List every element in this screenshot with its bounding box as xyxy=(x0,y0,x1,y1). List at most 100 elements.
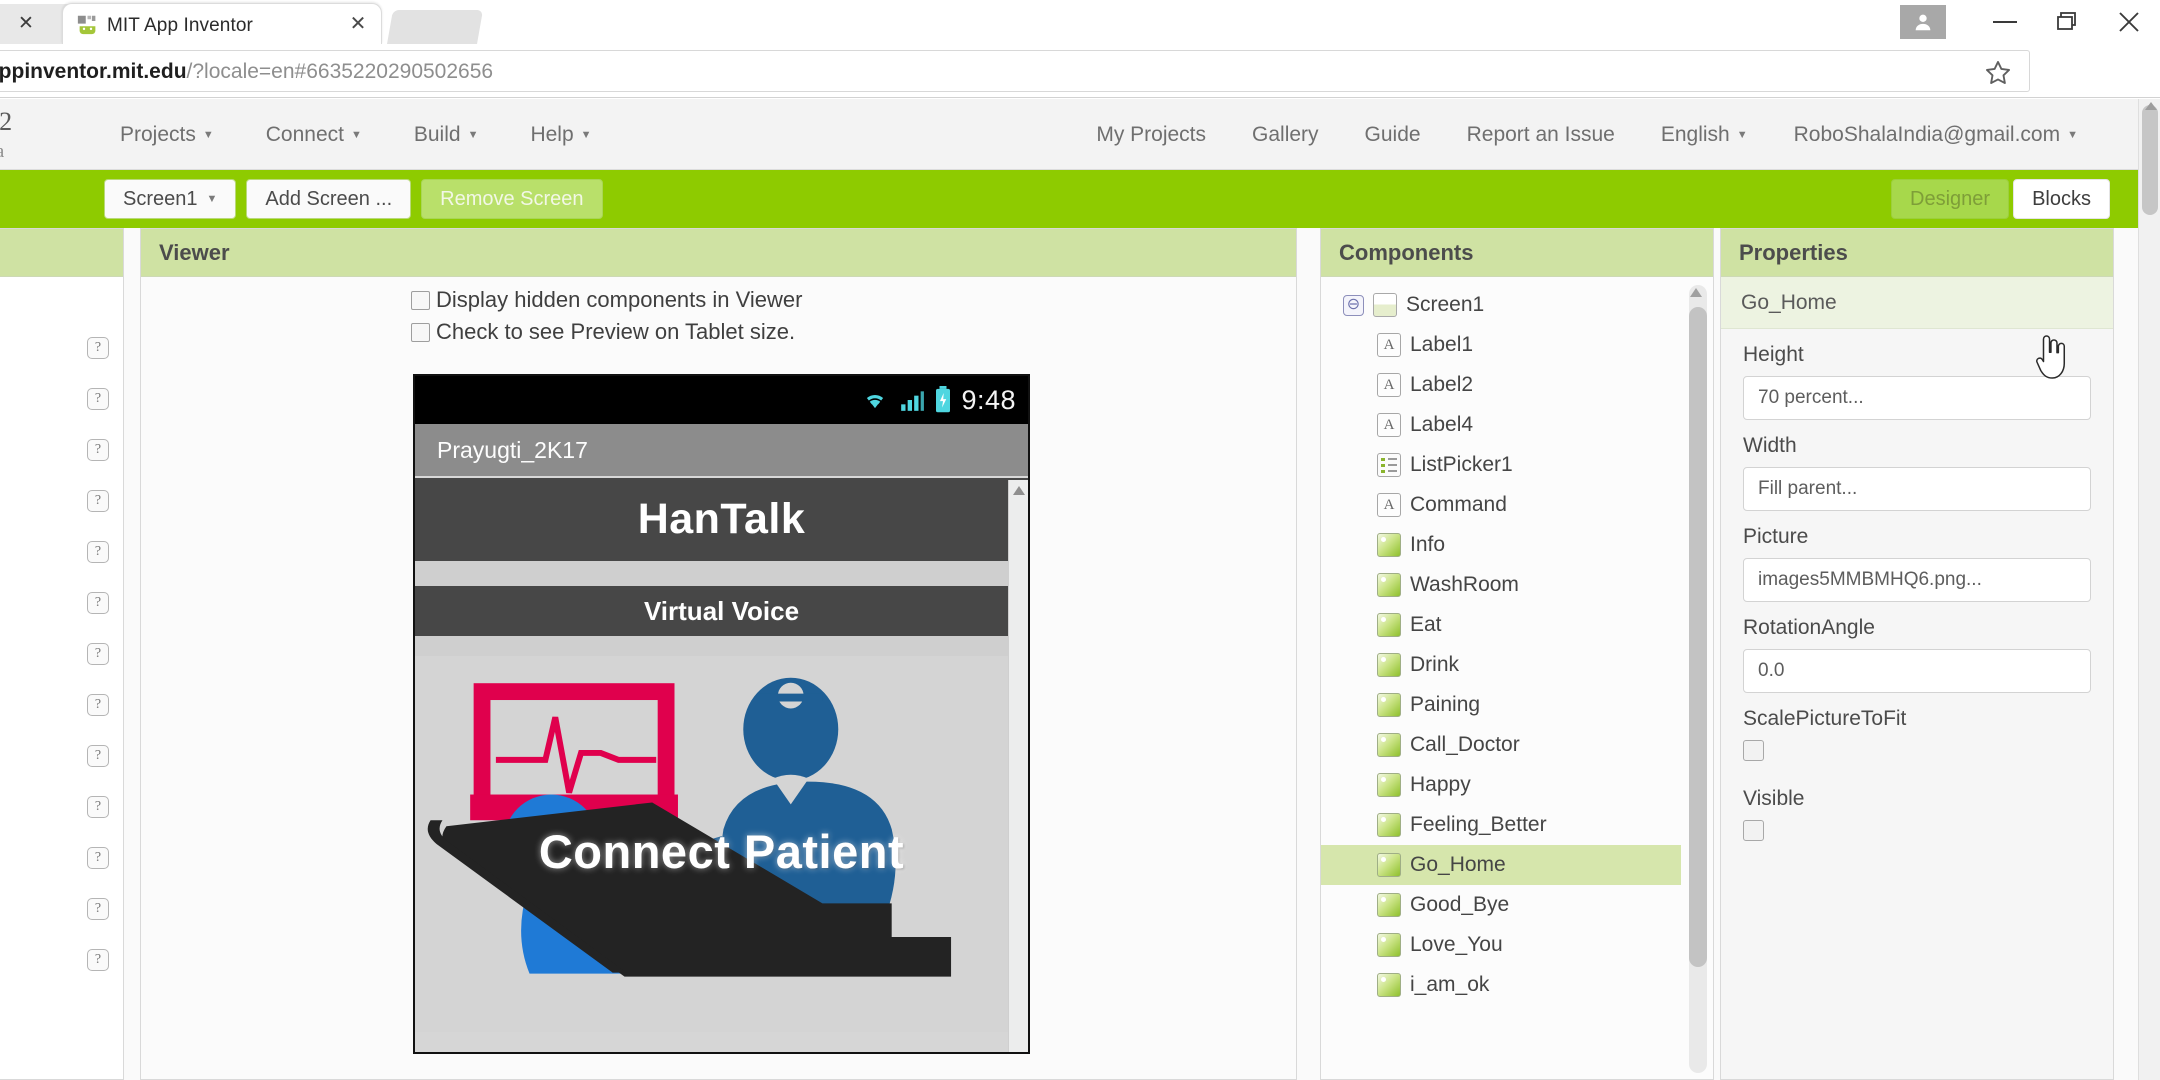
image-icon xyxy=(1377,533,1401,557)
page-scrollbar-track[interactable] xyxy=(2138,99,2160,1080)
window-controls xyxy=(1900,0,2160,44)
rotation-angle-field[interactable]: 0.0 xyxy=(1743,649,2091,693)
question-mark-icon[interactable]: ? xyxy=(87,541,109,563)
question-mark-icon[interactable]: ? xyxy=(87,949,109,971)
palette-panel: Palette ? ? ? ? ? ? ? ? ? ? ? ? ? xyxy=(0,228,124,1080)
display-hidden-components-row[interactable]: Display hidden components in Viewer xyxy=(411,287,802,313)
nav-item-connect[interactable]: Connect ▼ xyxy=(266,123,362,147)
app-hero-image[interactable]: Connect Patient xyxy=(415,656,1028,1032)
tree-item-drink[interactable]: Drink xyxy=(1321,645,1681,685)
tree-item-good-bye[interactable]: Good_Bye xyxy=(1321,885,1681,925)
nav-item-my-projects[interactable]: My Projects xyxy=(1096,123,1206,147)
image-icon xyxy=(1377,773,1401,797)
tree-item-washroom[interactable]: WashRoom xyxy=(1321,565,1681,605)
question-mark-icon[interactable]: ? xyxy=(87,694,109,716)
tree-item-info[interactable]: Info xyxy=(1321,525,1681,565)
tree-item-paining[interactable]: Paining xyxy=(1321,685,1681,725)
question-mark-icon[interactable]: ? xyxy=(87,592,109,614)
question-mark-icon[interactable]: ? xyxy=(87,439,109,461)
question-mark-icon[interactable]: ? xyxy=(87,847,109,869)
tree-item-label2[interactable]: A Label2 xyxy=(1321,365,1681,405)
components-tree-body: ⊖ Screen1 A Label1 A Label2 A Label4 Lis… xyxy=(1321,277,1713,1079)
nav-item-label: Help xyxy=(530,122,574,146)
screen-controls: Screen1 ▼ Add Screen ... Remove Screen xyxy=(104,179,603,219)
display-hidden-components-checkbox[interactable] xyxy=(411,291,430,310)
browser-tab-strip: ✕ MIT App Inventor ✕ xyxy=(0,0,2160,44)
browser-tab-active[interactable]: MIT App Inventor ✕ xyxy=(62,3,382,44)
question-mark-icon[interactable]: ? xyxy=(87,337,109,359)
blocks-view-button[interactable]: Blocks xyxy=(2013,179,2110,219)
scroll-up-arrow-icon[interactable] xyxy=(1013,486,1025,495)
page-scrollbar-thumb[interactable] xyxy=(2142,105,2158,215)
tree-item-happy[interactable]: Happy xyxy=(1321,765,1681,805)
designer-panels: Palette ? ? ? ? ? ? ? ? ? ? ? ? ? xyxy=(0,228,2138,1080)
nav-item-account[interactable]: RoboShalaIndia@gmail.com ▼ xyxy=(1794,123,2078,147)
scroll-up-arrow-icon[interactable] xyxy=(2145,102,2157,110)
tree-item-call-doctor[interactable]: Call_Doctor xyxy=(1321,725,1681,765)
tree-item-label: Drink xyxy=(1410,653,1460,676)
bookmark-star-icon[interactable] xyxy=(1983,59,2013,87)
screen-selector-dropdown[interactable]: Screen1 ▼ xyxy=(104,179,237,219)
height-field[interactable]: 70 percent... xyxy=(1743,376,2091,420)
components-scrollbar-thumb[interactable] xyxy=(1689,307,1707,967)
tree-item-label: Eat xyxy=(1410,613,1442,636)
question-mark-icon[interactable]: ? xyxy=(87,898,109,920)
minimize-icon[interactable] xyxy=(1974,0,2036,44)
nav-item-build[interactable]: Build ▼ xyxy=(414,123,479,147)
question-mark-icon[interactable]: ? xyxy=(87,745,109,767)
tree-item-label4[interactable]: A Label4 xyxy=(1321,405,1681,445)
question-mark-icon[interactable]: ? xyxy=(87,796,109,818)
nav-item-guide[interactable]: Guide xyxy=(1365,123,1421,147)
nav-item-report-issue[interactable]: Report an Issue xyxy=(1467,123,1615,147)
property-label: Width xyxy=(1743,434,1797,457)
tree-item-label: Command xyxy=(1410,493,1507,516)
close-window-icon[interactable] xyxy=(2098,0,2160,44)
phone-preview[interactable]: 9:48 Prayugti_2K17 HanTalk Virtual Voice xyxy=(413,374,1030,1054)
new-tab-icon[interactable] xyxy=(387,10,483,44)
user-profile-icon[interactable] xyxy=(1900,5,1946,39)
image-icon xyxy=(1377,653,1401,677)
tree-item-label: Happy xyxy=(1410,773,1471,796)
scroll-up-arrow-icon[interactable] xyxy=(1690,288,1702,297)
screen-icon xyxy=(1373,293,1397,317)
tree-item-label: Love_You xyxy=(1410,933,1503,956)
label-icon: A xyxy=(1377,493,1401,517)
listpicker-icon xyxy=(1377,453,1401,477)
tablet-preview-row[interactable]: Check to see Preview on Tablet size. xyxy=(411,319,795,345)
question-mark-icon[interactable]: ? xyxy=(87,388,109,410)
question-mark-icon[interactable]: ? xyxy=(87,490,109,512)
tree-item-label1[interactable]: A Label1 xyxy=(1321,325,1681,365)
add-screen-button[interactable]: Add Screen ... xyxy=(246,179,412,219)
tree-item-listpicker1[interactable]: ListPicker1 xyxy=(1321,445,1681,485)
picture-field[interactable]: images5MMBMHQ6.png... xyxy=(1743,558,2091,602)
tree-item-go-home[interactable]: Go_Home xyxy=(1321,845,1681,885)
app-subtitle-label: Virtual Voice xyxy=(415,586,1028,636)
tree-item-i-am-ok[interactable]: i_am_ok xyxy=(1321,965,1681,1005)
app-page: r 2 eta Projects ▼ Connect ▼ Build ▼ Hel… xyxy=(0,99,2160,1080)
collapse-toggle-icon[interactable]: ⊖ xyxy=(1343,294,1364,316)
close-icon[interactable]: ✕ xyxy=(18,12,34,35)
image-icon xyxy=(1377,733,1401,757)
tree-item-screen1[interactable]: ⊖ Screen1 xyxy=(1321,285,1681,325)
tree-item-label: Go_Home xyxy=(1410,853,1506,876)
nav-item-projects[interactable]: Projects ▼ xyxy=(120,123,214,147)
scale-picture-to-fit-checkbox[interactable] xyxy=(1743,740,1764,761)
designer-view-button[interactable]: Designer xyxy=(1891,179,2010,219)
question-mark-icon[interactable]: ? xyxy=(87,643,109,665)
nav-item-help[interactable]: Help ▼ xyxy=(530,123,591,147)
url-input[interactable]: appinventor.mit.edu/?locale=en#663522029… xyxy=(0,50,2030,92)
restore-window-icon[interactable] xyxy=(2036,0,2098,44)
close-icon[interactable]: ✕ xyxy=(347,13,369,35)
visible-checkbox[interactable] xyxy=(1743,820,1764,841)
tablet-preview-checkbox[interactable] xyxy=(411,323,430,342)
tree-item-love-you[interactable]: Love_You xyxy=(1321,925,1681,965)
tree-item-feeling-better[interactable]: Feeling_Better xyxy=(1321,805,1681,845)
tree-item-command[interactable]: A Command xyxy=(1321,485,1681,525)
app-logo-line1: r 2 xyxy=(0,107,13,136)
nav-item-gallery[interactable]: Gallery xyxy=(1252,123,1319,147)
phone-vertical-scrollbar[interactable] xyxy=(1008,480,1028,1052)
width-field[interactable]: Fill parent... xyxy=(1743,467,2091,511)
nav-item-language[interactable]: English ▼ xyxy=(1661,123,1748,147)
tree-item-eat[interactable]: Eat xyxy=(1321,605,1681,645)
properties-body: Height 70 percent... Width Fill parent..… xyxy=(1721,329,2113,1079)
